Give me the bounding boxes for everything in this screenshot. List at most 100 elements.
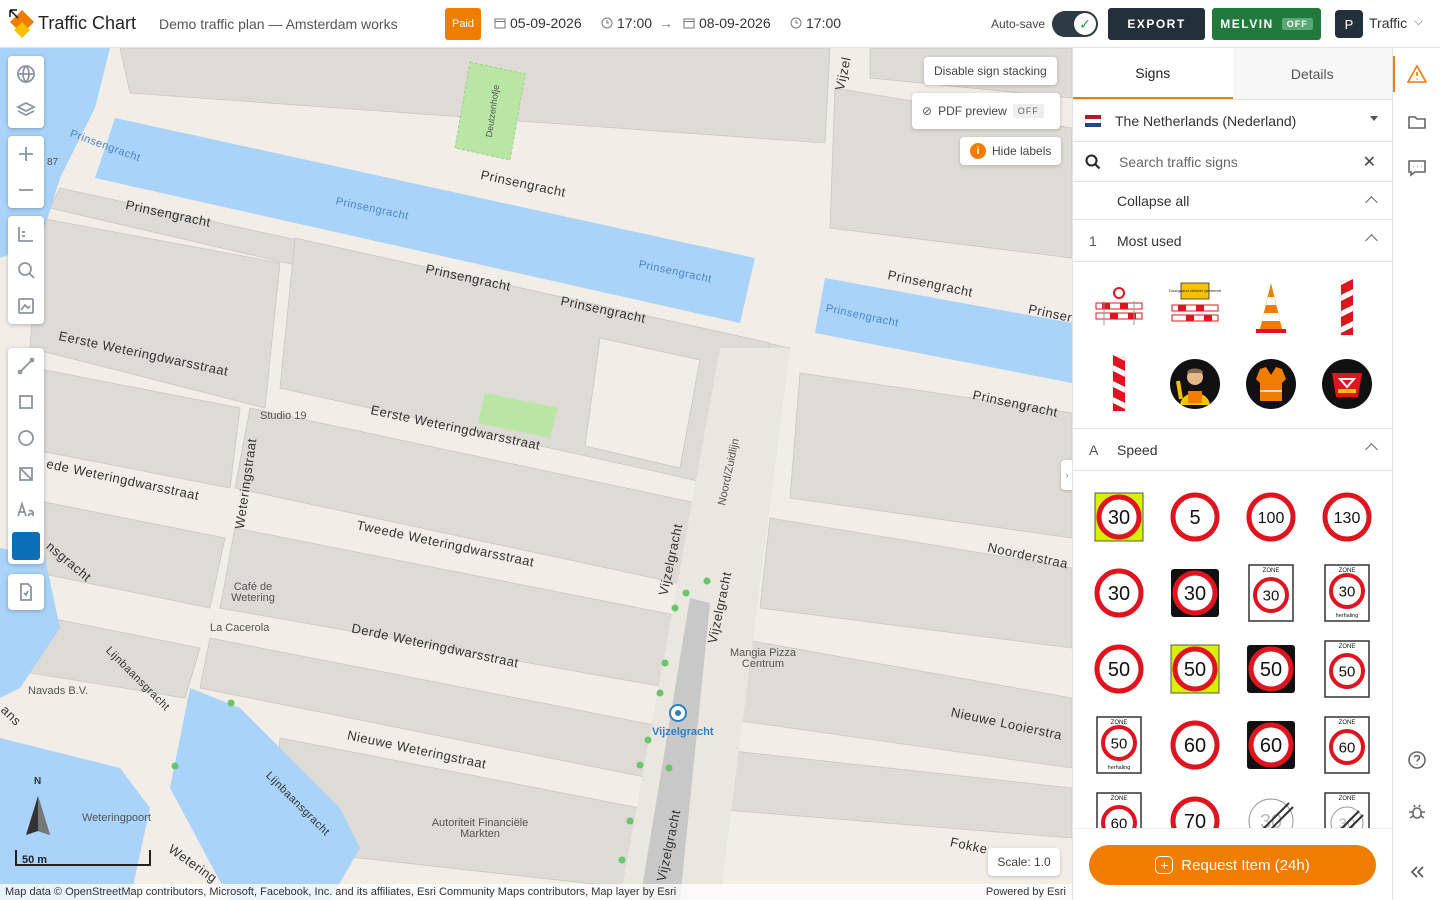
color-picker[interactable] xyxy=(8,528,44,564)
polygon-tool-icon[interactable] xyxy=(8,456,44,492)
right-rail xyxy=(1392,48,1440,900)
hide-labels-button[interactable]: i Hide labels xyxy=(960,137,1062,165)
layers-icon[interactable] xyxy=(8,92,44,128)
zoom-in-icon[interactable] xyxy=(8,136,44,172)
traffic-controller-icon xyxy=(1170,359,1220,409)
speed-limit-icon: 30 ZONE herhaling xyxy=(1324,564,1370,622)
search-input[interactable] xyxy=(1119,153,1359,170)
safety-vest-sign[interactable] xyxy=(1233,346,1309,422)
melvin-button[interactable]: MELVIN OFF xyxy=(1212,8,1321,40)
speed-sign-130[interactable]: 130 xyxy=(1309,479,1385,555)
speed-limit-icon: 30 xyxy=(1094,492,1144,542)
traffic-controller-sign[interactable] xyxy=(1157,346,1233,422)
barrier-sign[interactable] xyxy=(1081,270,1157,346)
zone-label: ZONE xyxy=(1263,568,1280,574)
info-icon: i xyxy=(970,143,986,159)
group-header-most-used[interactable]: 1 Most used xyxy=(1073,220,1392,262)
document-check-icon[interactable] xyxy=(8,574,44,610)
speed-sign-100[interactable]: 100 xyxy=(1233,479,1309,555)
avatar[interactable]: P xyxy=(1335,10,1363,38)
road-closed-barrier-icon: Doorgaand verkeer gestremd xyxy=(1169,282,1221,322)
speed-sign-30[interactable]: 30 ZONE herhaling xyxy=(1309,555,1385,631)
traffic-cone-sign[interactable] xyxy=(1233,270,1309,346)
speed-limit-icon: 50 ZONE herhaling xyxy=(1096,716,1142,774)
speed-sign-50[interactable]: 50 ZONE xyxy=(1309,631,1385,707)
end-time[interactable]: 17:00 xyxy=(790,15,841,31)
striped-beacon-left-icon xyxy=(1112,355,1126,412)
speed-value: 30 xyxy=(1184,583,1206,605)
speed-sign-30[interactable]: 30 ZONE xyxy=(1233,555,1309,631)
speed-sign-5[interactable]: 5 xyxy=(1157,479,1233,555)
group-number: 1 xyxy=(1089,232,1097,249)
map-canvas[interactable]: Prinsengracht Prinsengracht Prinsengrach… xyxy=(0,48,1072,900)
pdf-preview-state: OFF xyxy=(1012,104,1044,118)
zone-label: ZONE xyxy=(1339,720,1356,726)
globe-icon[interactable] xyxy=(8,56,44,92)
rectangle-tool-icon[interactable] xyxy=(8,384,44,420)
striped-beacon-sign[interactable] xyxy=(1309,270,1385,346)
speed-sign-50[interactable]: 50 xyxy=(1081,631,1157,707)
speed-sign-60[interactable]: 60 xyxy=(1233,707,1309,783)
image-upload-icon[interactable] xyxy=(8,288,44,324)
chevron-up-icon xyxy=(1365,234,1378,247)
road-closed-barrier-sign[interactable]: Doorgaand verkeer gestremd xyxy=(1157,270,1233,346)
search-zoom-icon[interactable] xyxy=(8,252,44,288)
speed-sign-60[interactable]: 60 xyxy=(1157,707,1233,783)
map-base xyxy=(0,48,1072,900)
request-item-button[interactable]: + Request Item (24h) xyxy=(1089,845,1376,885)
text-tool-icon[interactable] xyxy=(8,492,44,528)
zone-label: ZONE xyxy=(1339,644,1356,650)
start-time-text: 17:00 xyxy=(617,15,653,31)
poi-label: Studio 19 xyxy=(260,410,307,422)
pdf-preview-toggle[interactable]: ⊘ PDF preview OFF xyxy=(912,93,1060,129)
striped-beacon-left-sign[interactable] xyxy=(1081,346,1157,422)
speed-sign-50[interactable]: 50 xyxy=(1157,631,1233,707)
speed-limit-icon: 30 xyxy=(1094,568,1144,618)
rail-active-indicator xyxy=(1393,56,1395,92)
speed-sign-30[interactable]: 30 xyxy=(1157,555,1233,631)
map-layers-toolbar xyxy=(8,56,44,128)
collapse-all-row[interactable]: Collapse all xyxy=(1073,182,1392,220)
app-logo-icon[interactable] xyxy=(8,8,36,40)
map-attribution: Map data © OpenStreetMap contributors, M… xyxy=(0,884,1072,900)
plan-title[interactable]: Demo traffic plan — Amsterdam works xyxy=(159,16,398,32)
start-date[interactable]: 05-09-2026 xyxy=(494,15,582,31)
speed-value: 60 xyxy=(1260,735,1282,757)
hide-labels-label: Hide labels xyxy=(992,144,1052,158)
ruler-icon[interactable] xyxy=(8,216,44,252)
speed-sign-30[interactable]: 30 xyxy=(1081,479,1157,555)
autosave-toggle[interactable]: ✓ xyxy=(1052,11,1098,37)
scale-indicator[interactable]: Scale: 1.0 xyxy=(988,848,1060,876)
speed-sign-50[interactable]: 50 xyxy=(1233,631,1309,707)
panel-collapse-handle[interactable]: › xyxy=(1061,460,1072,490)
speed-sign-60[interactable]: 60 ZONE xyxy=(1309,707,1385,783)
tab-details[interactable]: Details xyxy=(1232,48,1392,99)
double-chevron-left-icon[interactable] xyxy=(1403,858,1431,886)
end-date[interactable]: 08-09-2026 xyxy=(683,15,771,31)
barrier-with-light-icon xyxy=(1095,287,1143,325)
start-time[interactable]: 17:00 xyxy=(601,15,652,31)
circle-tool-icon[interactable] xyxy=(8,420,44,456)
area-label: Weteringpoort xyxy=(82,812,151,824)
speed-sign-30[interactable]: 30 xyxy=(1081,555,1157,631)
group-header-speed[interactable]: A Speed xyxy=(1073,429,1392,471)
construction-sign[interactable] xyxy=(1309,346,1385,422)
most-used-signs: Doorgaand verkeer gestremd xyxy=(1073,262,1392,429)
tab-signs[interactable]: Signs xyxy=(1073,48,1233,99)
help-icon[interactable] xyxy=(1403,746,1431,774)
bug-icon[interactable] xyxy=(1403,798,1431,826)
chevron-down-icon[interactable]: ⌵ xyxy=(1414,14,1423,29)
user-menu-label[interactable]: Traffic xyxy=(1369,15,1407,31)
export-button[interactable]: EXPORT xyxy=(1108,8,1205,40)
line-tool-icon[interactable] xyxy=(8,348,44,384)
check-icon: ✓ xyxy=(1074,13,1096,35)
clear-search-icon[interactable]: ✕ xyxy=(1363,152,1376,172)
speed-sign-50[interactable]: 50 ZONE herhaling xyxy=(1081,707,1157,783)
speed-limit-icon: 30 xyxy=(1171,569,1219,617)
country-select[interactable]: The Netherlands (Nederland) xyxy=(1073,100,1392,142)
comment-icon[interactable] xyxy=(1403,154,1431,182)
warning-icon[interactable] xyxy=(1403,60,1431,88)
disable-sign-stacking-button[interactable]: Disable sign stacking xyxy=(924,57,1057,85)
zoom-out-icon[interactable] xyxy=(8,172,44,208)
folder-icon[interactable] xyxy=(1403,108,1431,136)
